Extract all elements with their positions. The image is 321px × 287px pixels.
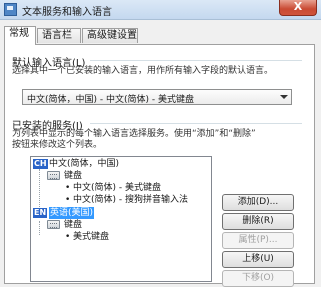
keyboard-icon — [47, 220, 60, 229]
tree-item-label-selected: 英语(美国) — [49, 207, 95, 219]
default-input-description: 选择其中一个已安装的输入语言，用作所有输入字段的默认语言。 — [12, 66, 274, 76]
bullet: • — [65, 195, 71, 205]
tree-item-label: 中文(简体，中国) — [49, 159, 120, 169]
tree-item-english[interactable]: EN 英语(美国) — [33, 207, 203, 219]
language-badge-ch: CH — [33, 159, 48, 169]
tab-general[interactable]: 常规 — [4, 26, 36, 45]
tree-item-label: 中文(简体) - 美式键盘 — [73, 183, 161, 193]
chevron-down-icon[interactable] — [280, 95, 288, 99]
tree-item-label: 美式键盘 — [73, 232, 110, 242]
tab-language-bar[interactable]: 语言栏 — [37, 28, 81, 43]
close-button[interactable]: X — [279, 0, 317, 16]
default-language-value: 中文(简体，中国) - 中文(简体) - 美式键盘 — [27, 95, 194, 105]
group-divider — [90, 123, 302, 124]
installed-services-description-2: 按钮来修改这个列表。 — [12, 140, 103, 150]
tree-connector — [39, 221, 40, 235]
move-up-button[interactable]: 上移(U) — [222, 251, 294, 268]
dialog-window: 文本服务和输入语言 X 常规 语言栏 高级键设置 默认输入语言(L) 选择其中一… — [0, 0, 321, 287]
tree-item-label: 中文(简体) - 搜狗拼音输入法 — [73, 195, 188, 205]
tree-item-service[interactable]: • 中文(简体) - 搜狗拼音输入法 — [65, 194, 205, 206]
tree-item-service[interactable]: • 中文(简体) - 美式键盘 — [65, 182, 205, 194]
properties-button[interactable]: 属性(P)... — [222, 232, 294, 249]
keyboard-icon — [47, 171, 60, 180]
tree-item-chinese[interactable]: CH 中文(简体，中国) — [33, 158, 203, 170]
bullet: • — [65, 232, 71, 242]
tree-item-keyboard[interactable]: 键盘 — [47, 170, 197, 182]
tree-item-service[interactable]: • 美式键盘 — [65, 231, 205, 243]
window-title: 文本服务和输入语言 — [22, 7, 112, 18]
remove-button[interactable]: 删除(R) — [222, 213, 294, 230]
bullet: • — [65, 183, 71, 193]
group-divider — [90, 60, 302, 61]
language-badge-en: EN — [33, 208, 48, 218]
default-language-select[interactable]: 中文(简体，中国) - 中文(简体) - 美式键盘 — [22, 89, 292, 105]
services-tree[interactable]: CH 中文(简体，中国) 键盘 • 中文(简体) - 美式键盘 • 中文(简体)… — [30, 156, 212, 282]
tree-connector — [39, 169, 40, 209]
tree-item-label: 键盘 — [64, 220, 83, 230]
installed-services-description-1: 为列表中显示的每个输入语言选择服务。使用“添加”和“删除” — [12, 129, 256, 139]
move-down-button[interactable]: 下移(O) — [222, 270, 294, 287]
text-services-icon — [4, 3, 17, 16]
tab-advanced-key-settings[interactable]: 高级键设置 — [82, 28, 138, 43]
add-button[interactable]: 添加(D)... — [222, 194, 294, 211]
title-bar[interactable]: 文本服务和输入语言 X — [0, 0, 321, 20]
tree-item-keyboard[interactable]: 键盘 — [47, 219, 197, 231]
tree-item-label: 键盘 — [64, 171, 83, 181]
